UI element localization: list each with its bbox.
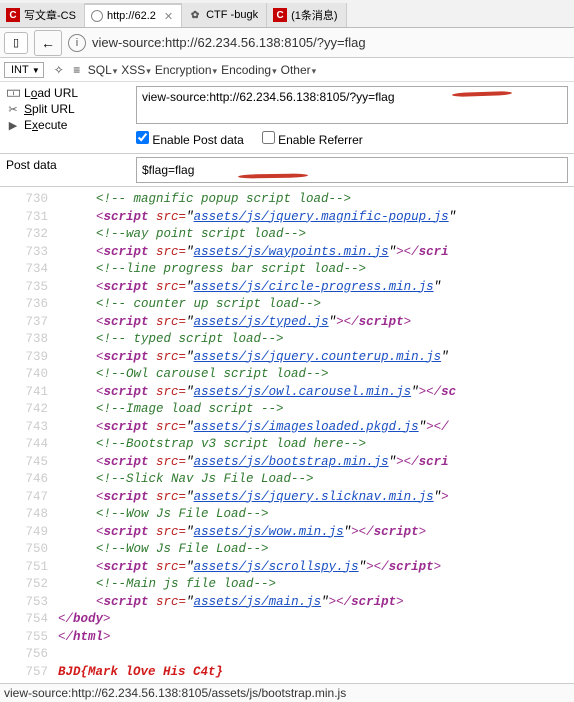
load-url-action[interactable]: 🀱 Load URL [6,86,124,100]
back-button[interactable]: ← [34,30,62,56]
site-info-icon[interactable]: i [68,34,86,52]
menu-encryption[interactable]: Encryption [153,63,219,77]
src-link[interactable]: assets/js/waypoints.min.js [194,245,389,259]
int-select[interactable]: INT [4,62,44,78]
split-url-action[interactable]: ✂ Split URL [6,102,124,116]
menu-other[interactable]: Other [279,63,319,77]
src-link[interactable]: assets/js/jquery.magnific-popup.js [194,210,449,224]
post-data-input[interactable] [136,157,568,183]
favicon-c: C [273,8,287,22]
tab-0[interactable]: C 写文章-CS [0,3,85,27]
src-link[interactable]: assets/js/circle-progress.min.js [194,280,434,294]
enable-referrer-checkbox[interactable]: Enable Referrer [262,131,363,147]
tab-3[interactable]: C (1条消息) [267,3,346,27]
src-link[interactable]: assets/js/main.js [194,595,322,609]
flag-text: BJD{Mark lOve His C4t} [58,665,223,679]
status-bar: view-source:http://62.234.56.138:8105/as… [0,683,574,702]
favicon-c: C [6,8,20,22]
panel-actions: 🀱 Load URL ✂ Split URL ▶ Execute [0,82,130,153]
load-icon: 🀱 [6,87,20,100]
view-source[interactable]: 730<!-- magnific popup script load--> 73… [0,187,574,683]
close-icon[interactable]: ✕ [164,10,173,23]
wand-icon[interactable]: ✧ [50,63,68,77]
sidebar-toggle-button[interactable]: ▯ [4,32,28,54]
src-link[interactable]: assets/js/owl.carousel.min.js [194,385,412,399]
src-link[interactable]: assets/js/bootstrap.min.js [194,455,389,469]
split-icon: ✂ [6,103,20,116]
src-link[interactable]: assets/js/imagesloaded.pkgd.js [194,420,419,434]
src-link[interactable]: assets/js/scrollspy.js [194,560,359,574]
src-link[interactable]: assets/js/typed.js [194,315,329,329]
favicon-gear: ✿ [188,8,202,22]
tab-1[interactable]: http://62.2 ✕ [85,3,182,27]
tab-title: http://62.2 [107,10,156,22]
menu-xss[interactable]: XSS [119,63,153,77]
db-icon[interactable]: ≡ [68,63,86,77]
hackbar-toolbar: INT ✧ ≡ SQL XSS Encryption Encoding Othe… [0,58,574,82]
src-link[interactable]: assets/js/wow.min.js [194,525,344,539]
address-bar: ▯ ← i view-source:http://62.234.56.138:8… [0,28,574,58]
url-input[interactable]: view-source:http://62.234.56.138:8105/?y… [136,86,568,124]
favicon-globe [91,10,103,22]
tab-title: (1条消息) [291,7,337,23]
post-data-label: Post data [0,154,130,186]
post-data-row: Post data [0,154,574,187]
tab-2[interactable]: ✿ CTF -bugk [182,3,267,27]
tab-title: CTF -bugk [206,9,258,21]
menu-encoding[interactable]: Encoding [219,63,279,77]
url-text[interactable]: view-source:http://62.234.56.138:8105/?y… [92,35,366,50]
enable-post-checkbox[interactable]: Enable Post data [136,131,244,147]
src-link[interactable]: assets/js/jquery.slicknav.min.js [194,490,434,504]
hackbar-panel: 🀱 Load URL ✂ Split URL ▶ Execute view-so… [0,82,574,154]
tab-strip: C 写文章-CS http://62.2 ✕ ✿ CTF -bugk C (1条… [0,0,574,28]
execute-icon: ▶ [6,119,20,132]
tab-title: 写文章-CS [24,7,76,23]
menu-sql[interactable]: SQL [86,63,120,77]
execute-action[interactable]: ▶ Execute [6,118,124,132]
src-link[interactable]: assets/js/jquery.counterup.min.js [194,350,442,364]
